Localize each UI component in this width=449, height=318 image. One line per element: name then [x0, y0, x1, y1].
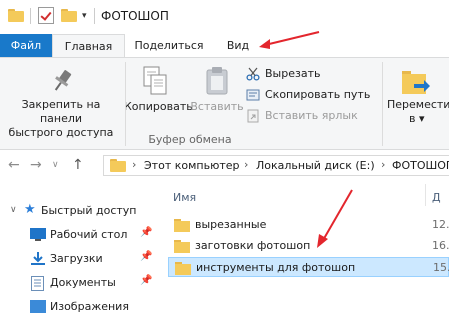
folder-icon: [174, 240, 190, 253]
group-label-clipboard: Буфер обмена: [148, 133, 232, 146]
list-item[interactable]: заготовки фотошоп 16.: [168, 236, 449, 256]
copy-path-icon: [246, 89, 260, 101]
desktop-icon: [30, 228, 46, 241]
list-item-selected[interactable]: инструменты для фотошоп 15.: [168, 257, 449, 277]
pin-icon[interactable]: 📌: [140, 275, 152, 286]
annotation-arrow-icon: [317, 189, 353, 248]
move-to-button[interactable]: Переместить в ▾: [384, 98, 449, 126]
breadcrumb-folder[interactable]: ФОТОШОП: [392, 159, 449, 172]
tab-view[interactable]: Вид: [220, 34, 256, 58]
window-title: ФОТОШОП: [101, 9, 169, 23]
forward-arrow-icon[interactable]: →: [30, 157, 42, 173]
paste-icon: [206, 67, 228, 95]
tab-share[interactable]: Поделиться: [129, 34, 209, 58]
copy-button[interactable]: Копировать: [124, 100, 193, 114]
folder-icon: [174, 219, 190, 232]
breadcrumb-this-pc[interactable]: Этот компьютер: [144, 159, 240, 172]
pin-icon[interactable]: 📌: [140, 227, 152, 238]
tab-file[interactable]: Файл: [0, 34, 52, 58]
pictures-icon: [30, 300, 46, 313]
address-bar: ← → ∨ ↑ › Этот компьютер › Локальный дис…: [0, 150, 449, 180]
column-header-date[interactable]: Д: [432, 191, 441, 204]
file-list: Имя Д вырезанные 12. заготовки фотошоп 1…: [160, 180, 449, 305]
cut-button[interactable]: Вырезать: [246, 66, 376, 82]
breadcrumb-separator-icon[interactable]: ›: [244, 158, 248, 171]
nav-item-downloads[interactable]: Загрузки 📌: [0, 248, 158, 270]
documents-icon: [31, 276, 44, 291]
nav-item-documents[interactable]: Документы 📌: [0, 272, 158, 294]
nav-item-pictures[interactable]: Изображения: [0, 296, 158, 318]
breadcrumb-drive[interactable]: Локальный диск (E:): [256, 159, 375, 172]
list-item[interactable]: вырезанные 12.: [168, 215, 449, 235]
tab-home[interactable]: Главная: [52, 34, 125, 58]
group-separator: [125, 62, 126, 146]
pin-quick-access-label[interactable]: Закрепить на панели быстрого доступа: [0, 98, 122, 140]
column-divider[interactable]: [425, 184, 426, 206]
ribbon-tabs: Файл Главная Поделиться Вид: [0, 34, 449, 58]
quick-access-dropdown-icon[interactable]: ▾: [82, 11, 87, 21]
download-icon: [31, 252, 45, 265]
up-arrow-icon[interactable]: ↑: [72, 157, 84, 173]
move-to-icon[interactable]: [399, 66, 431, 98]
breadcrumb-separator-icon[interactable]: ›: [132, 158, 136, 171]
pin-icon[interactable]: [50, 68, 74, 94]
nav-item-quick-access[interactable]: ∨ ★ Быстрый доступ: [0, 200, 158, 222]
navigation-pane: ∨ ★ Быстрый доступ Рабочий стол 📌 Загруз…: [0, 180, 160, 313]
copy-path-button[interactable]: Скопировать путь: [246, 87, 376, 103]
pin-icon[interactable]: 📌: [140, 251, 152, 262]
new-folder-icon[interactable]: [61, 9, 77, 22]
paste-button[interactable]: Вставить: [190, 100, 244, 114]
annotation-arrow-icon: [259, 31, 320, 49]
separator: [30, 8, 31, 24]
paste-shortcut-icon: [247, 109, 259, 123]
recent-locations-chevron-icon[interactable]: ∨: [52, 160, 59, 170]
folder-icon: [175, 262, 191, 275]
group-separator: [382, 62, 383, 146]
copy-icon[interactable]: [142, 66, 168, 96]
paste-shortcut-button[interactable]: Вставить ярлык: [246, 108, 376, 124]
folder-icon: [110, 159, 126, 172]
scissors-icon: [246, 67, 260, 81]
breadcrumb-separator-icon[interactable]: ›: [381, 158, 385, 171]
address-box[interactable]: › Этот компьютер › Локальный диск (E:) ›…: [103, 155, 449, 176]
chevron-down-icon[interactable]: ∨: [10, 205, 17, 215]
ribbon: Закрепить на панели быстрого доступа Коп…: [0, 57, 449, 150]
properties-check-icon[interactable]: [38, 7, 54, 24]
column-header-name[interactable]: Имя: [173, 191, 196, 204]
star-icon: ★: [24, 202, 36, 217]
separator: [94, 8, 95, 24]
back-arrow-icon[interactable]: ←: [8, 157, 20, 173]
title-bar: ▾ ФОТОШОП: [0, 0, 449, 34]
nav-item-desktop[interactable]: Рабочий стол 📌: [0, 224, 158, 246]
folder-icon: [8, 9, 24, 22]
